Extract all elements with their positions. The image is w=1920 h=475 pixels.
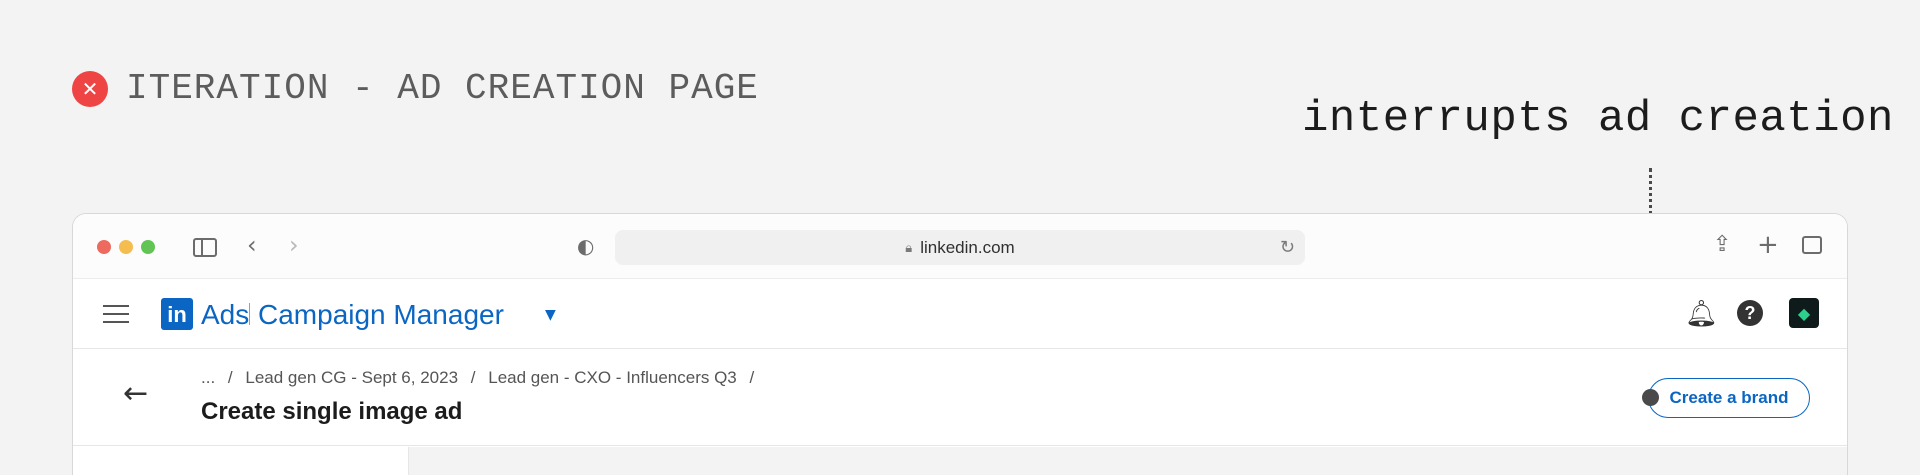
create-brand-button[interactable]: Create a brand (1648, 378, 1810, 418)
breadcrumb: ... / Lead gen CG - Sept 6, 2023 / Lead … (201, 368, 762, 388)
close-window-button[interactable] (97, 240, 111, 254)
breadcrumb-campaign[interactable]: Lead gen - CXO - Influencers Q3 (488, 368, 737, 387)
iteration-heading: ✕ ITERATION - AD CREATION PAGE (72, 68, 759, 109)
minimize-window-button[interactable] (119, 240, 133, 254)
tabs-icon[interactable] (1802, 236, 1822, 254)
product-switcher[interactable]: Campaign Manager (258, 299, 504, 331)
new-tab-icon[interactable]: + (1757, 232, 1779, 258)
lock-icon: 🔒︎ (905, 239, 913, 255)
url-text: linkedin.com (920, 237, 1015, 257)
browser-window: ‹ › ◐ 🔒︎ linkedin.com ↻ ⇪ + in Ads Campa… (72, 213, 1848, 475)
close-icon: ✕ (72, 70, 108, 107)
breadcrumb-campaign-group[interactable]: Lead gen CG - Sept 6, 2023 (245, 368, 458, 387)
ads-label: Ads (201, 299, 250, 330)
breadcrumb-separator: / (227, 368, 233, 387)
chevron-down-icon[interactable]: ▼ (545, 307, 556, 323)
heading-text: ITERATION - AD CREATION PAGE (126, 68, 759, 109)
app-header: in Ads Campaign Manager ▼ 🔔︎ ? ◆ (73, 279, 1847, 349)
reload-icon[interactable]: ↻ (1280, 237, 1295, 258)
forward-icon[interactable]: › (289, 233, 299, 257)
maximize-window-button[interactable] (141, 240, 155, 254)
breadcrumb-separator: / (749, 368, 755, 387)
address-bar[interactable]: 🔒︎ linkedin.com ↻ (615, 230, 1305, 265)
account-avatar[interactable]: ◆ (1789, 298, 1819, 328)
shield-icon[interactable]: ◐ (577, 236, 594, 256)
browser-toolbar: ‹ › ◐ 🔒︎ linkedin.com ↻ ⇪ + (73, 214, 1847, 279)
bell-icon[interactable]: 🔔︎ (1685, 299, 1718, 329)
annotation-label: interrupts ad creation (1302, 94, 1894, 144)
annotation-dot (1642, 389, 1659, 406)
left-panel (73, 447, 409, 475)
sidebar-icon[interactable] (193, 238, 217, 257)
menu-icon[interactable] (103, 305, 129, 323)
brand-divider (249, 303, 250, 325)
page-header: ← ... / Lead gen CG - Sept 6, 2023 / Lea… (73, 350, 1847, 446)
content-area (73, 447, 1847, 475)
back-arrow-icon[interactable]: ← (123, 376, 148, 411)
linkedin-logo[interactable]: in (161, 298, 193, 330)
share-icon[interactable]: ⇪ (1713, 234, 1731, 256)
breadcrumb-ellipsis[interactable]: ... (201, 368, 215, 387)
page-title: Create single image ad (201, 398, 463, 425)
breadcrumb-separator: / (470, 368, 476, 387)
help-icon[interactable]: ? (1737, 300, 1763, 326)
back-icon[interactable]: ‹ (247, 233, 257, 257)
